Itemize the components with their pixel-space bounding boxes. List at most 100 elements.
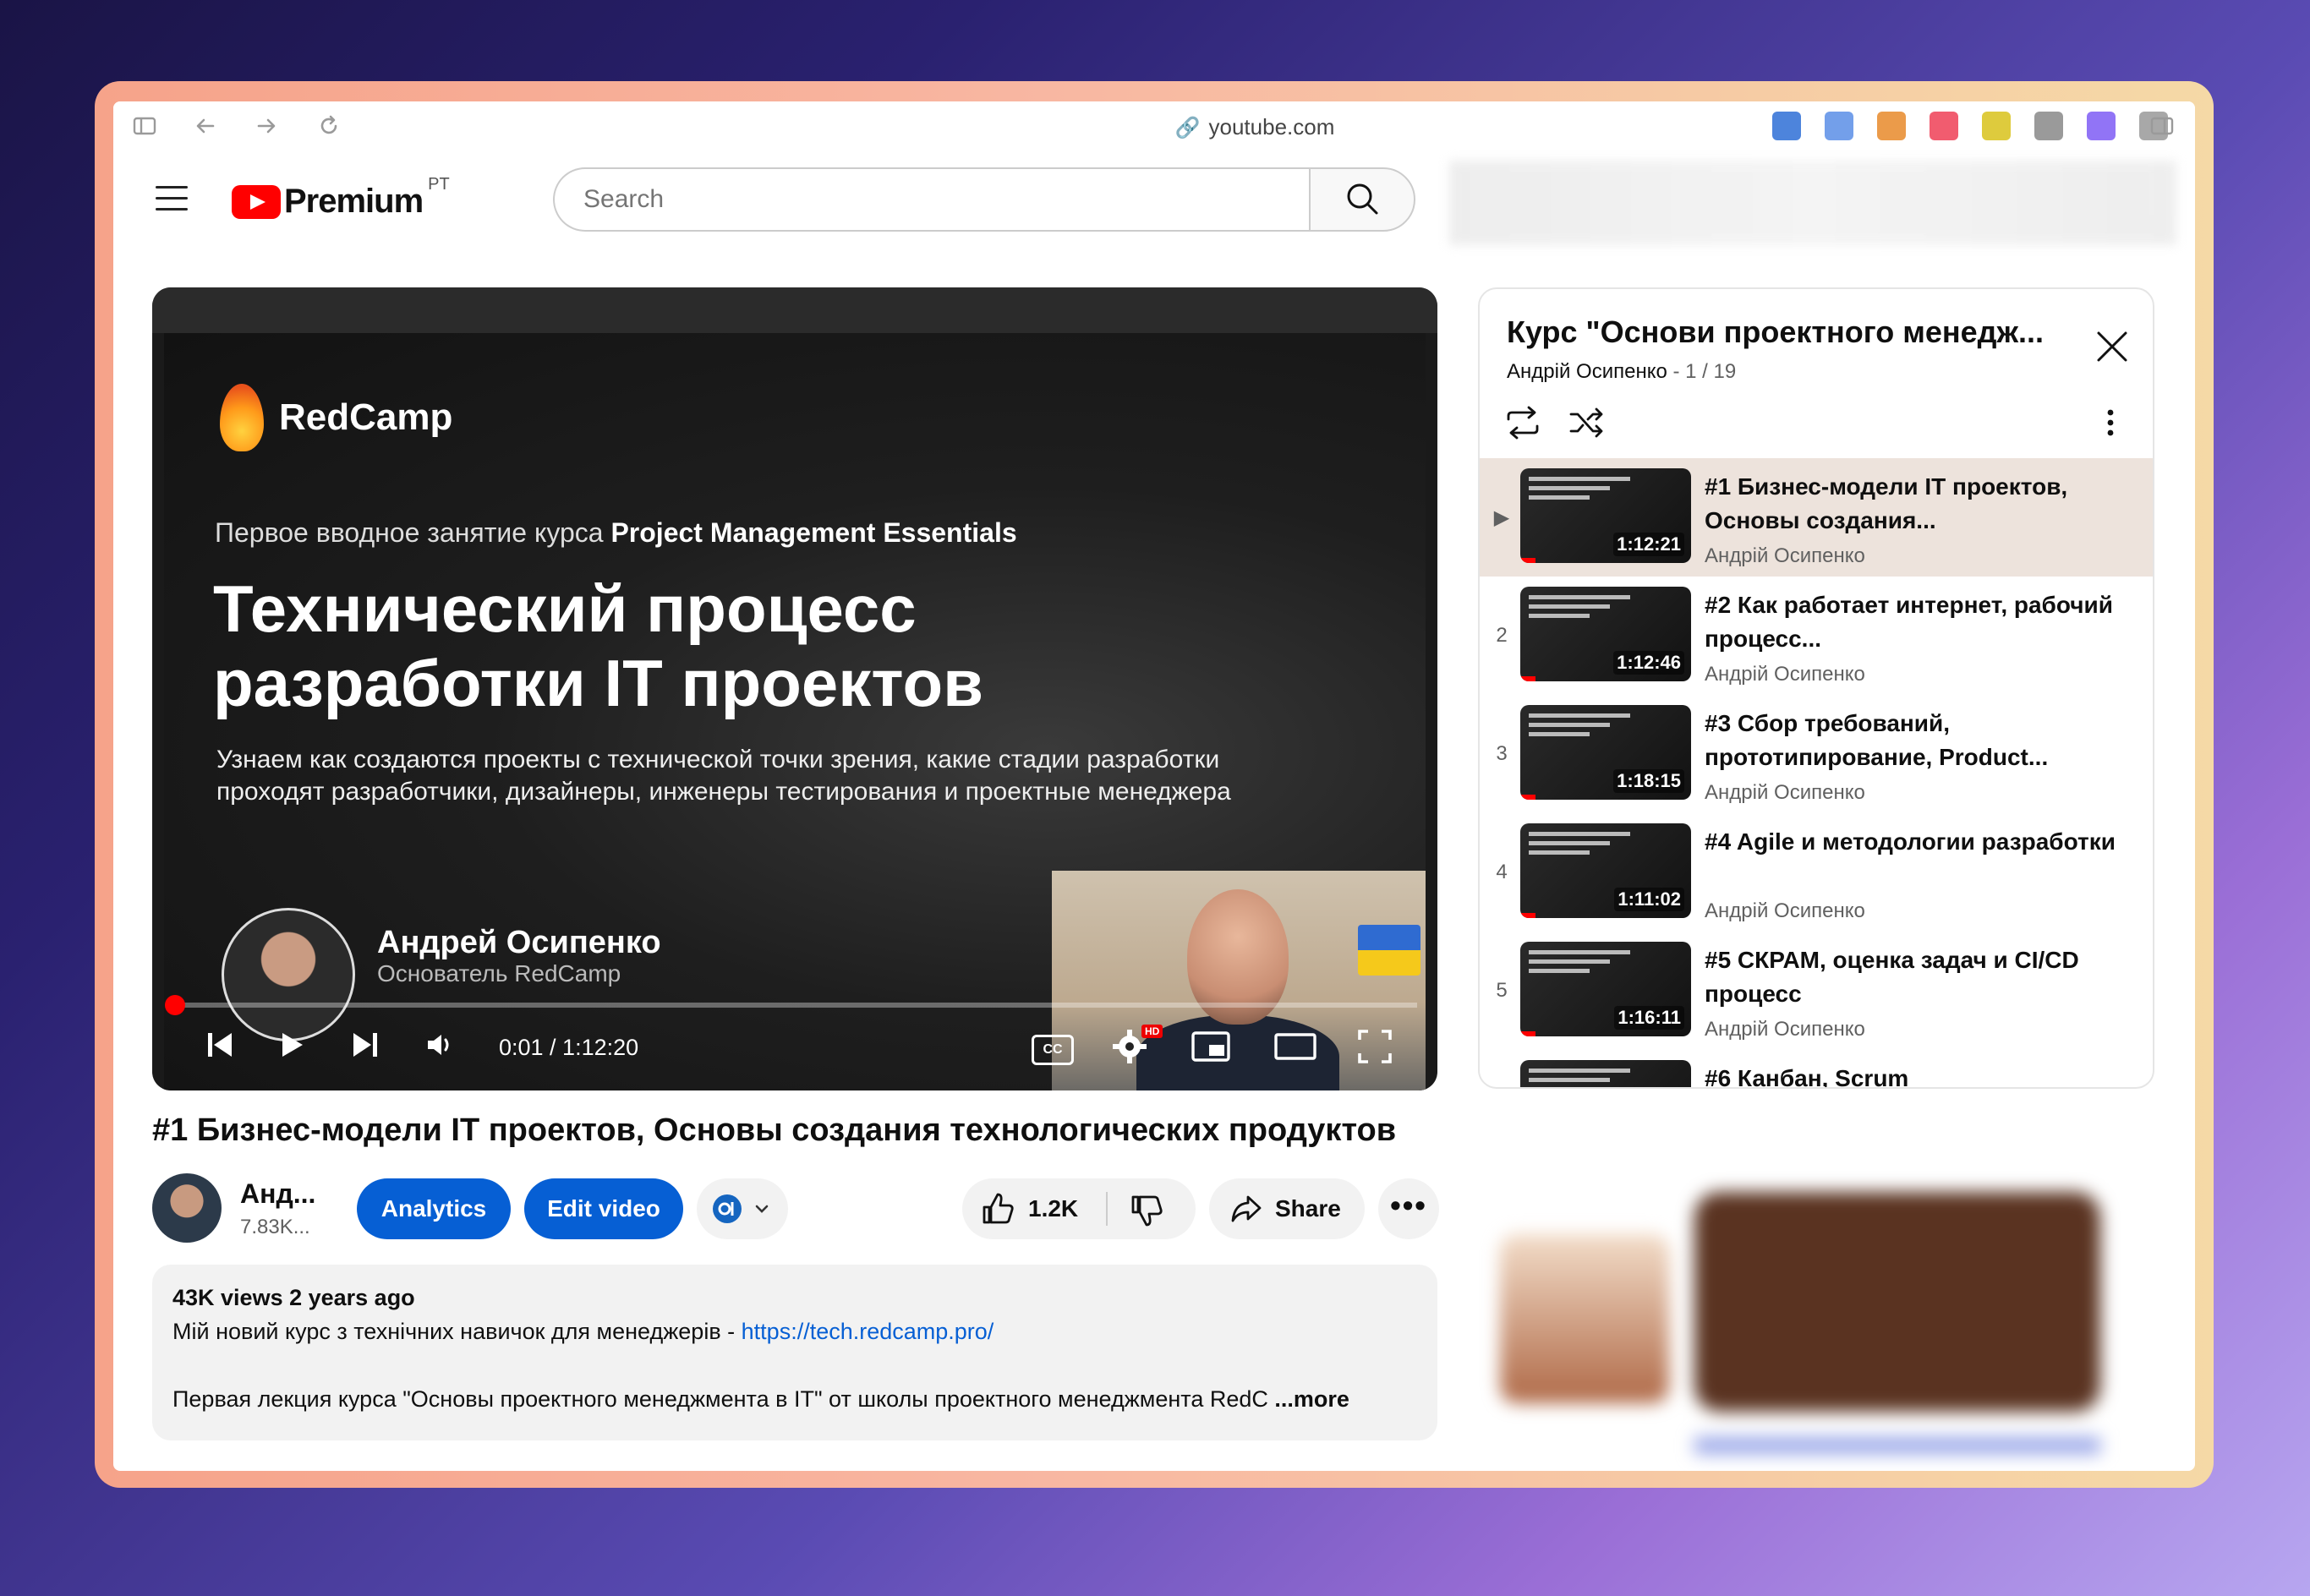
youtube-premium-logo[interactable]: Premium PT [232, 175, 450, 221]
slide-title-line2: разработки IT проектов [213, 646, 984, 720]
playlist-item-duration: 1:11:02 [1614, 888, 1684, 911]
playlist-item-thumbnail[interactable]: 1:12:46 [1520, 587, 1691, 681]
share-label: Share [1275, 1195, 1341, 1222]
like-dislike-group: 1.2K [962, 1178, 1196, 1239]
sidebar-toggle-icon[interactable] [132, 113, 157, 139]
pocket-icon[interactable] [1930, 112, 1958, 140]
play-icon[interactable] [277, 1028, 308, 1065]
next-icon[interactable] [350, 1028, 380, 1065]
r-yellow-icon[interactable] [1982, 112, 2011, 140]
playlist-item-thumbnail[interactable]: 1:11:02 [1520, 823, 1691, 918]
playlist-item-thumbnail[interactable]: 1:16:11 [1520, 942, 1691, 1036]
video-player[interactable]: RedCamp Первое вводное занятие курса Pro… [152, 287, 1437, 1090]
playlist-subtitle: Андрій Осипенко - 1 / 19 [1507, 360, 1736, 384]
playlist-item-author: Андрій Осипенко [1705, 899, 1865, 922]
edit-video-button[interactable]: Edit video [524, 1178, 683, 1239]
previous-icon[interactable] [205, 1028, 235, 1065]
like-count[interactable]: 1.2K [1028, 1178, 1078, 1239]
playlist-item-thumbnail[interactable]: 1:18:15 [1520, 705, 1691, 800]
playlist-author[interactable]: Андрій Осипенко [1507, 360, 1667, 383]
browser-toolbar: 🔗 youtube.com [113, 101, 2195, 150]
slide-desc-line2: проходят разработчики, дизайнеры, инжене… [216, 778, 1231, 806]
translate-icon[interactable] [1825, 112, 1853, 140]
split-view-icon[interactable] [2149, 113, 2175, 139]
video-title: #1 Бизнес-модели IT проектов, Основы соз… [152, 1112, 1397, 1148]
playlist-item-author: Андрій Осипенко [1705, 544, 1865, 567]
playlist-item-thumbnail[interactable] [1520, 1060, 1691, 1087]
description-line2: Первая лекция курса "Основы проектного м… [172, 1386, 1415, 1413]
analytics-button[interactable]: Analytics [357, 1178, 511, 1239]
volume-icon[interactable] [423, 1028, 457, 1065]
playlist-title[interactable]: Курс "Основи проектного менедж... [1507, 314, 2044, 350]
playlist-item-author: Андрій Осипенко [1705, 1018, 1865, 1041]
menu-hamburger-icon[interactable] [156, 186, 188, 211]
playlist-item-duration: 1:16:11 [1614, 1006, 1684, 1030]
playlist-item[interactable]: #6 Канбан, Scrum [1480, 1050, 2153, 1087]
theater-mode-icon[interactable] [1273, 1028, 1317, 1065]
close-icon[interactable] [2094, 328, 2131, 365]
fullscreen-icon[interactable] [1356, 1028, 1393, 1065]
miniplayer-icon[interactable] [1191, 1028, 1231, 1065]
subtitles-button[interactable]: CC [1032, 1035, 1074, 1065]
now-playing-icon: ▶ [1493, 506, 1510, 529]
slide-title-line1: Технический процесс [213, 571, 917, 646]
search-box [553, 167, 1309, 232]
presenter-name: Андрей Осипенко [377, 925, 661, 960]
fox-icon[interactable] [1877, 112, 1906, 140]
robot-icon[interactable] [2087, 112, 2116, 140]
playlist-item-duration: 1:18:15 [1613, 769, 1684, 793]
time-display: 0:01 / 1:12:20 [499, 1035, 639, 1060]
search-input[interactable] [582, 184, 1278, 215]
playlist-item-thumbnail[interactable]: 1:12:21 [1520, 468, 1691, 563]
privacy-icon[interactable] [1772, 112, 1801, 140]
ad-blurred [1466, 1133, 2176, 1471]
channel-name[interactable]: Анд... [240, 1178, 315, 1210]
playlist-item-title[interactable]: #3 Сбор требований, прототипирование, Pr… [1705, 707, 2136, 774]
dislike-icon[interactable] [1128, 1192, 1165, 1229]
playlist-item-duration: 1:12:46 [1613, 651, 1684, 675]
description-stats: 43K views 2 years ago [172, 1285, 415, 1310]
playlist-item-title[interactable]: #4 Agile и методологии разработки [1705, 825, 2136, 859]
playlist-item[interactable]: 2 1:12:46 #2 Как работает интернет, рабочи… [1480, 577, 2153, 695]
address-bar[interactable]: 🔗 youtube.com [1043, 110, 1466, 144]
shuffle-icon[interactable] [1568, 404, 1607, 441]
browser-window: 🔗 youtube.com Premium PT RedCamp Первое в… [113, 101, 2195, 1471]
channel-subscribers: 7.83K... [240, 1216, 310, 1238]
channel-avatar[interactable] [152, 1173, 222, 1243]
subtitle-prefix: Первое вводное занятие курса [215, 517, 604, 548]
playlist-item[interactable]: ▶ 1:12:21 #1 Бизнес-модели IT проектов, Ос… [1480, 458, 2153, 577]
more-actions-button[interactable]: ••• [1378, 1178, 1439, 1239]
share-button[interactable]: Share [1209, 1178, 1365, 1239]
reload-icon[interactable] [316, 113, 342, 139]
playlist-item[interactable]: 5 1:16:11 #5 СКРАМ, оценка задач и CI/CD п… [1480, 932, 2153, 1050]
playlist-item[interactable]: 4 1:11:02 #4 Agile и методологии разработк… [1480, 813, 2153, 932]
promote-dropdown-button[interactable] [697, 1178, 788, 1239]
search-button[interactable] [1309, 167, 1415, 232]
playlist-menu-icon[interactable] [2105, 404, 2116, 441]
course-link[interactable]: https://tech.redcamp.pro/ [742, 1319, 994, 1344]
brand-name: RedCamp [279, 396, 453, 438]
subtitle-course: Project Management Essentials [610, 517, 1017, 548]
like-icon[interactable] [979, 1190, 1016, 1227]
description-line1: Мій новий курс з технічних навичок для м… [172, 1319, 994, 1345]
playlist-item[interactable]: 3 1:18:15 #3 Сбор требований, прототипиров… [1480, 695, 2153, 813]
youtube-play-icon [232, 184, 281, 219]
redcamp-logo: RedCamp [220, 384, 452, 451]
playlist-item-title[interactable]: #2 Как работает интернет, рабочий процес… [1705, 588, 2136, 656]
back-arrow-icon[interactable] [193, 113, 218, 139]
r-grey-icon[interactable] [2034, 112, 2063, 140]
description-box[interactable]: 43K views 2 years ago Мій новий курс з т… [152, 1265, 1437, 1440]
progress-bar[interactable] [165, 995, 1417, 1015]
video-subtitle: Первое вводное занятие курса Project Man… [215, 517, 1017, 549]
show-more-link[interactable]: ...more [1274, 1386, 1349, 1412]
playlist-item-title[interactable]: #6 Канбан, Scrum [1705, 1062, 2136, 1087]
forward-arrow-icon[interactable] [254, 113, 279, 139]
promote-icon [713, 1194, 742, 1223]
slide-desc-line1: Узнаем как создаются проекты с техническ… [216, 746, 1220, 773]
loop-icon[interactable] [1503, 404, 1542, 441]
description-line2-text: Первая лекция курса "Основы проектного м… [172, 1386, 1268, 1412]
video-frame[interactable]: RedCamp Первое вводное занятие курса Pro… [164, 333, 1426, 1090]
playlist-panel: Курс "Основи проектного менедж... Андрій… [1478, 287, 2154, 1089]
playlist-item-title[interactable]: #1 Бизнес-модели IT проектов, Основы соз… [1705, 470, 2136, 538]
playlist-item-title[interactable]: #5 СКРАМ, оценка задач и CI/CD процесс [1705, 943, 2136, 1011]
